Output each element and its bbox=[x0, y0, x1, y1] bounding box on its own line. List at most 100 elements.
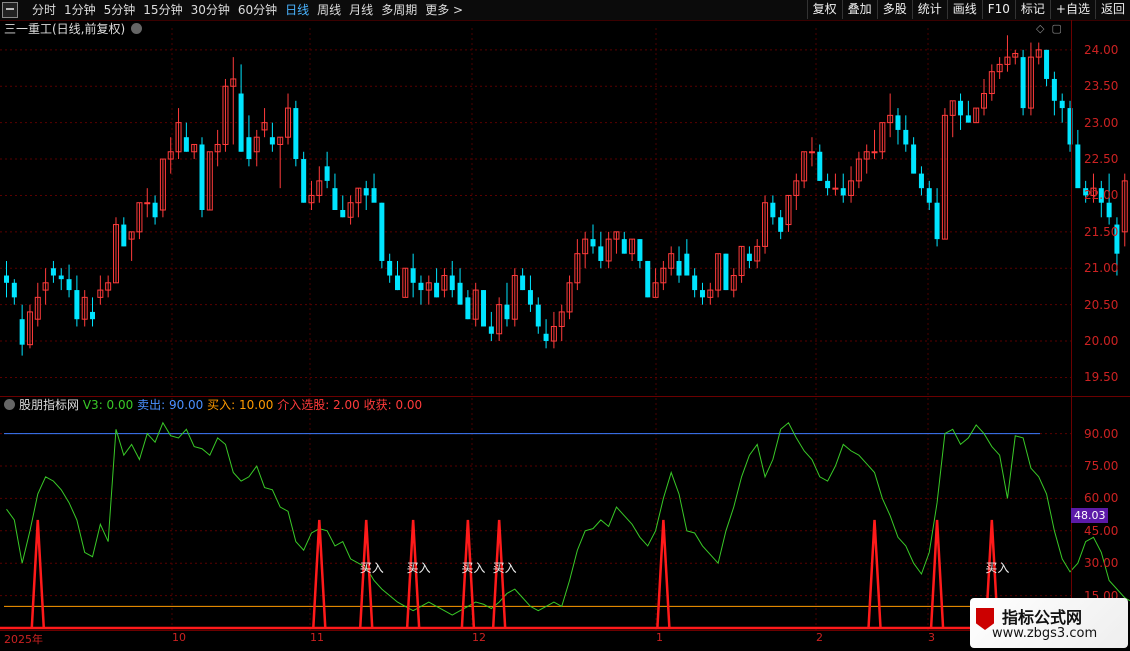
candle-body bbox=[74, 290, 79, 319]
candle-body bbox=[536, 305, 541, 327]
candle-body bbox=[153, 203, 158, 218]
candle-body bbox=[958, 101, 963, 116]
candle-body bbox=[684, 254, 689, 276]
candle-body bbox=[1021, 57, 1026, 108]
price-axis-label: 20.50 bbox=[1084, 298, 1118, 312]
candle-body bbox=[489, 326, 494, 333]
indicator-axis-label: 30.00 bbox=[1084, 556, 1118, 570]
watermark-title: 指标公式网 bbox=[1002, 604, 1082, 628]
candle-body bbox=[145, 203, 150, 204]
candle-body bbox=[458, 283, 463, 305]
candle-body bbox=[184, 137, 189, 152]
candle-body bbox=[51, 268, 56, 275]
buy-signal-label: 买入 bbox=[360, 561, 384, 575]
indicator-v3: V3: 0.00 bbox=[83, 398, 133, 412]
candle-body bbox=[770, 203, 775, 218]
candle-body bbox=[911, 144, 916, 173]
watermark: 指标公式网 www.zbgs3.com bbox=[970, 598, 1128, 648]
candle-body bbox=[825, 181, 830, 188]
candle-body bbox=[1052, 79, 1057, 101]
indicator-axis-label: 60.00 bbox=[1084, 491, 1118, 505]
candle-body bbox=[692, 276, 697, 291]
candle-body bbox=[528, 290, 533, 305]
candle-body bbox=[841, 188, 846, 195]
indicator-axis-label: 75.00 bbox=[1084, 459, 1118, 473]
candle-body bbox=[919, 174, 924, 189]
date-axis-label: 2025年 bbox=[4, 631, 43, 647]
date-axis-label: 2 bbox=[816, 631, 823, 644]
candle-body bbox=[411, 268, 416, 283]
candle-body bbox=[809, 152, 814, 153]
buy-signal-label: 买入 bbox=[493, 561, 517, 575]
price-axis-label: 21.50 bbox=[1084, 225, 1118, 239]
candle-body bbox=[637, 239, 642, 261]
current-value-badge: 48.03 bbox=[1071, 508, 1108, 523]
signal-peak bbox=[32, 520, 44, 628]
candle-body bbox=[332, 188, 337, 210]
candle-body bbox=[700, 290, 705, 297]
candle-body bbox=[293, 108, 298, 159]
candle-body bbox=[450, 276, 455, 291]
candle-body bbox=[340, 210, 345, 217]
signal-peak bbox=[931, 520, 943, 628]
price-axis-label: 22.00 bbox=[1084, 188, 1118, 202]
candle-body bbox=[895, 115, 900, 130]
candle-body bbox=[520, 276, 525, 291]
buy-signal-label: 买入 bbox=[985, 561, 1009, 575]
candle-body bbox=[379, 203, 384, 261]
candle-body bbox=[872, 152, 877, 153]
candle-body bbox=[67, 279, 72, 290]
indicator-sell: 卖出: 90.00 bbox=[137, 398, 203, 412]
date-axis-label: 1 bbox=[656, 631, 663, 644]
candle-body bbox=[817, 152, 822, 181]
indicator-axis-label: 45.00 bbox=[1084, 524, 1118, 538]
price-axis-label: 22.50 bbox=[1084, 152, 1118, 166]
candle-body bbox=[544, 334, 549, 341]
candle-body bbox=[200, 144, 205, 210]
price-axis-label: 24.00 bbox=[1084, 43, 1118, 57]
indicator-name: 股朋指标网 bbox=[19, 398, 79, 412]
candle-body bbox=[372, 188, 377, 203]
indicator-title: 股朋指标网 V3: 0.00 卖出: 90.00 买入: 10.00 介入选股:… bbox=[4, 398, 422, 412]
candle-body bbox=[246, 137, 251, 159]
date-axis-label: 11 bbox=[310, 631, 324, 644]
buy-signal-label: 买入 bbox=[461, 561, 485, 575]
v3-line bbox=[7, 423, 1130, 620]
candle-body bbox=[12, 283, 17, 298]
candle-body bbox=[481, 290, 486, 326]
date-axis-label: 10 bbox=[172, 631, 186, 644]
candle-body bbox=[1060, 101, 1065, 108]
date-axis bbox=[0, 630, 1071, 651]
signal-peak bbox=[313, 520, 325, 628]
candle-body bbox=[418, 283, 423, 290]
signal-peak bbox=[869, 520, 881, 628]
date-axis-label: 12 bbox=[472, 631, 486, 644]
candle-body bbox=[59, 276, 64, 280]
candle-body bbox=[301, 159, 306, 203]
candle-body bbox=[465, 297, 470, 319]
price-axis-label: 19.50 bbox=[1084, 370, 1118, 384]
buy-signal-label: 买入 bbox=[407, 561, 431, 575]
price-axis-label: 20.00 bbox=[1084, 334, 1118, 348]
price-axis-label: 21.00 bbox=[1084, 261, 1118, 275]
indicator-axis-label: 90.00 bbox=[1084, 427, 1118, 441]
chevron-down-icon[interactable] bbox=[4, 399, 15, 410]
candle-body bbox=[747, 254, 752, 261]
candle-body bbox=[903, 130, 908, 145]
candle-body bbox=[364, 188, 369, 195]
price-axis bbox=[1071, 20, 1130, 630]
candle-body bbox=[387, 261, 392, 276]
candle-body bbox=[927, 188, 932, 203]
candle-body bbox=[778, 217, 783, 232]
candle-body bbox=[90, 312, 95, 319]
chart-canvas[interactable]: 买入买入买入买入买入 bbox=[0, 0, 1130, 650]
date-axis-label: 3 bbox=[928, 631, 935, 644]
candle-body bbox=[645, 261, 650, 297]
watermark-url: www.zbgs3.com bbox=[992, 626, 1097, 641]
price-axis-label: 23.50 bbox=[1084, 79, 1118, 93]
price-axis-label: 23.00 bbox=[1084, 116, 1118, 130]
signal-peak bbox=[657, 520, 669, 628]
candle-body bbox=[677, 261, 682, 276]
panel-separator bbox=[0, 396, 1130, 397]
candle-body bbox=[395, 276, 400, 291]
